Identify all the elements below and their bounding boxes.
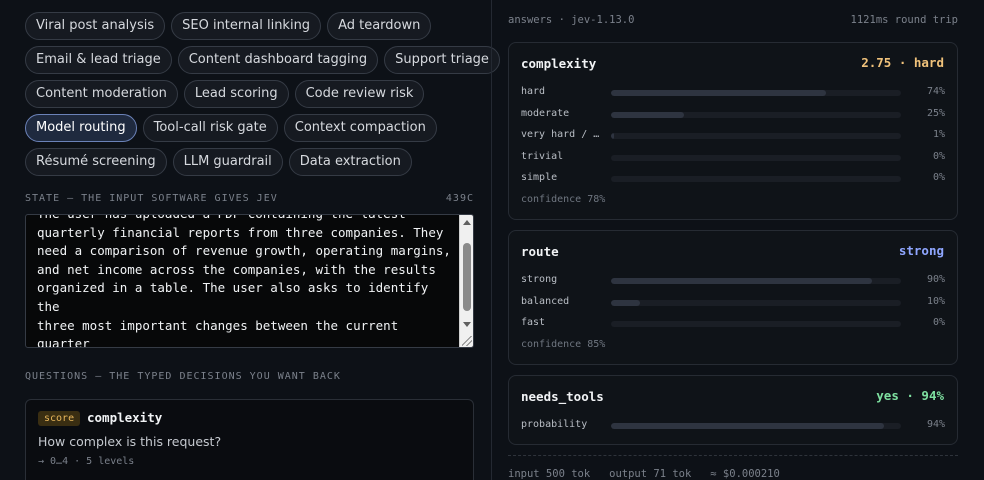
preset-chip[interactable]: Context compaction: [283, 114, 437, 142]
option-row: hard 74%: [521, 86, 945, 100]
option-row: simple 0%: [521, 172, 945, 186]
chip-row: Email & lead triage Content dashboard tag…: [25, 46, 500, 74]
answer-confidence: confidence 78%: [521, 194, 606, 205]
answer-result: 2.75 · hard: [861, 55, 944, 70]
column-divider: [491, 0, 492, 480]
option-bar-track: [611, 154, 901, 161]
token-usage: input 500 tok output 71 tok ≈ $0.000210: [508, 468, 780, 480]
option-row: moderate 25%: [521, 108, 945, 122]
option-percent: 74%: [926, 86, 945, 97]
preset-chip[interactable]: Model routing: [25, 114, 137, 142]
answer-result: strong: [898, 243, 944, 258]
preset-chip[interactable]: Support triage: [384, 46, 500, 74]
option-row: fast 0%: [521, 317, 945, 331]
question-card[interactable]: score complexity How complex is this req…: [25, 399, 474, 480]
option-label: simple: [521, 172, 558, 183]
option-label: balanced: [521, 295, 570, 307]
option-bar-track: [611, 321, 901, 327]
option-bar-fill: [611, 90, 826, 96]
option-label: fast: [521, 317, 546, 328]
option-percent: 90%: [926, 274, 945, 285]
state-char-count: 439C: [445, 193, 474, 204]
state-textarea[interactable]: The user has uploaded a PDF containing t…: [25, 214, 474, 348]
chip-row: Résumé screening LLM guardrail Data extrac…: [25, 148, 485, 176]
option-label: strong: [521, 274, 558, 285]
option-bar-track: [611, 133, 901, 139]
option-label: probability: [521, 419, 588, 430]
state-header: STATE — THE INPUT SOFTWARE GIVES JEV 439…: [25, 193, 474, 204]
dashed-divider: [508, 455, 958, 456]
preset-chip[interactable]: Email & lead triage: [25, 46, 172, 74]
state-text[interactable]: The user has uploaded a PDF containing t…: [37, 215, 457, 347]
option-percent: 0%: [932, 150, 945, 162]
question-type-badge: score: [38, 411, 81, 426]
option-bar-track: [611, 111, 901, 118]
scroll-thumb[interactable]: [463, 243, 471, 311]
preset-chip[interactable]: Viral post analysis: [25, 12, 166, 40]
preset-chip[interactable]: Content dashboard tagging: [177, 46, 379, 74]
option-row: strong 90%: [521, 274, 945, 288]
answer-card-complexity: complexity 2.75 · hard hard 74% moderate 25% v…: [508, 42, 958, 220]
option-percent: 1%: [932, 129, 945, 140]
state-scrollbar[interactable]: [459, 215, 473, 347]
option-percent: 0%: [932, 172, 945, 183]
answer-title: route: [521, 244, 559, 259]
scroll-down-arrow-icon[interactable]: [463, 322, 471, 327]
answer-confidence: confidence 85%: [521, 339, 606, 350]
option-percent: 10%: [926, 295, 945, 307]
option-bar-fill: [611, 278, 872, 284]
option-bar-track: [611, 90, 901, 96]
option-label: very hard / …: [521, 129, 600, 140]
preset-chip[interactable]: Résumé screening: [25, 148, 167, 176]
question-meta: → 0…4 · 5 levels: [38, 456, 135, 467]
resize-grip-icon[interactable]: [462, 336, 472, 346]
answer-result: yes · 94%: [876, 388, 944, 403]
option-bar-fill: [611, 133, 614, 139]
option-bar-fill: [611, 299, 640, 306]
answers-heading: answers · jev-1.13.0: [508, 14, 635, 26]
option-bar-track: [611, 176, 901, 182]
option-percent: 94%: [926, 419, 945, 430]
option-bar-track: [611, 299, 901, 306]
answer-card-route: route strong strong 90% balanced 10% fast 0% con…: [508, 230, 958, 365]
option-label: hard: [521, 86, 546, 97]
answers-header: answers · jev-1.13.0 1121ms round trip: [508, 14, 958, 26]
option-row: very hard / … 1%: [521, 129, 945, 143]
option-bar-track: [611, 423, 901, 429]
option-label: trivial: [521, 150, 564, 162]
state-heading: STATE — THE INPUT SOFTWARE GIVES JEV: [25, 193, 278, 204]
round-trip-time: 1121ms round trip: [850, 14, 958, 26]
preset-chip[interactable]: SEO internal linking: [171, 12, 322, 40]
preset-chip[interactable]: Ad teardown: [327, 12, 432, 40]
option-bar-fill: [611, 111, 684, 118]
option-label: moderate: [521, 107, 570, 119]
chip-row: Viral post analysis SEO internal linking A…: [25, 12, 485, 40]
preset-chip[interactable]: Content moderation: [25, 80, 178, 108]
answer-title: complexity: [521, 56, 597, 71]
preset-chip[interactable]: LLM guardrail: [172, 148, 283, 176]
option-percent: 0%: [932, 317, 945, 328]
preset-chip[interactable]: Tool-call risk gate: [142, 114, 278, 142]
answer-title: needs_tools: [521, 389, 604, 404]
question-name: complexity: [87, 410, 163, 425]
preset-chip[interactable]: Code review risk: [294, 80, 425, 108]
answer-card-needs-tools: needs_tools yes · 94% probability 94%: [508, 375, 958, 445]
option-row: balanced 10%: [521, 296, 945, 310]
option-bar-fill: [611, 423, 884, 429]
scroll-up-arrow-icon[interactable]: [463, 220, 471, 225]
preset-chip[interactable]: Data extraction: [288, 148, 412, 176]
option-row: trivial 0%: [521, 151, 945, 165]
preset-chip-list: Viral post analysis SEO internal linking A…: [25, 12, 500, 182]
questions-heading: QUESTIONS — THE TYPED DECISIONS YOU WANT…: [25, 371, 341, 382]
question-prompt: How complex is this request?: [38, 434, 222, 449]
option-row: probability 94%: [521, 419, 945, 433]
chip-row: Content moderation Lead scoring Code revie…: [25, 80, 485, 108]
preset-chip[interactable]: Lead scoring: [183, 80, 289, 108]
option-bar-track: [611, 278, 901, 284]
left-panel: Viral post analysis SEO internal linking A…: [0, 0, 500, 480]
chip-row: Model routing Tool-call risk gate Context …: [25, 114, 485, 142]
option-percent: 25%: [926, 107, 945, 119]
